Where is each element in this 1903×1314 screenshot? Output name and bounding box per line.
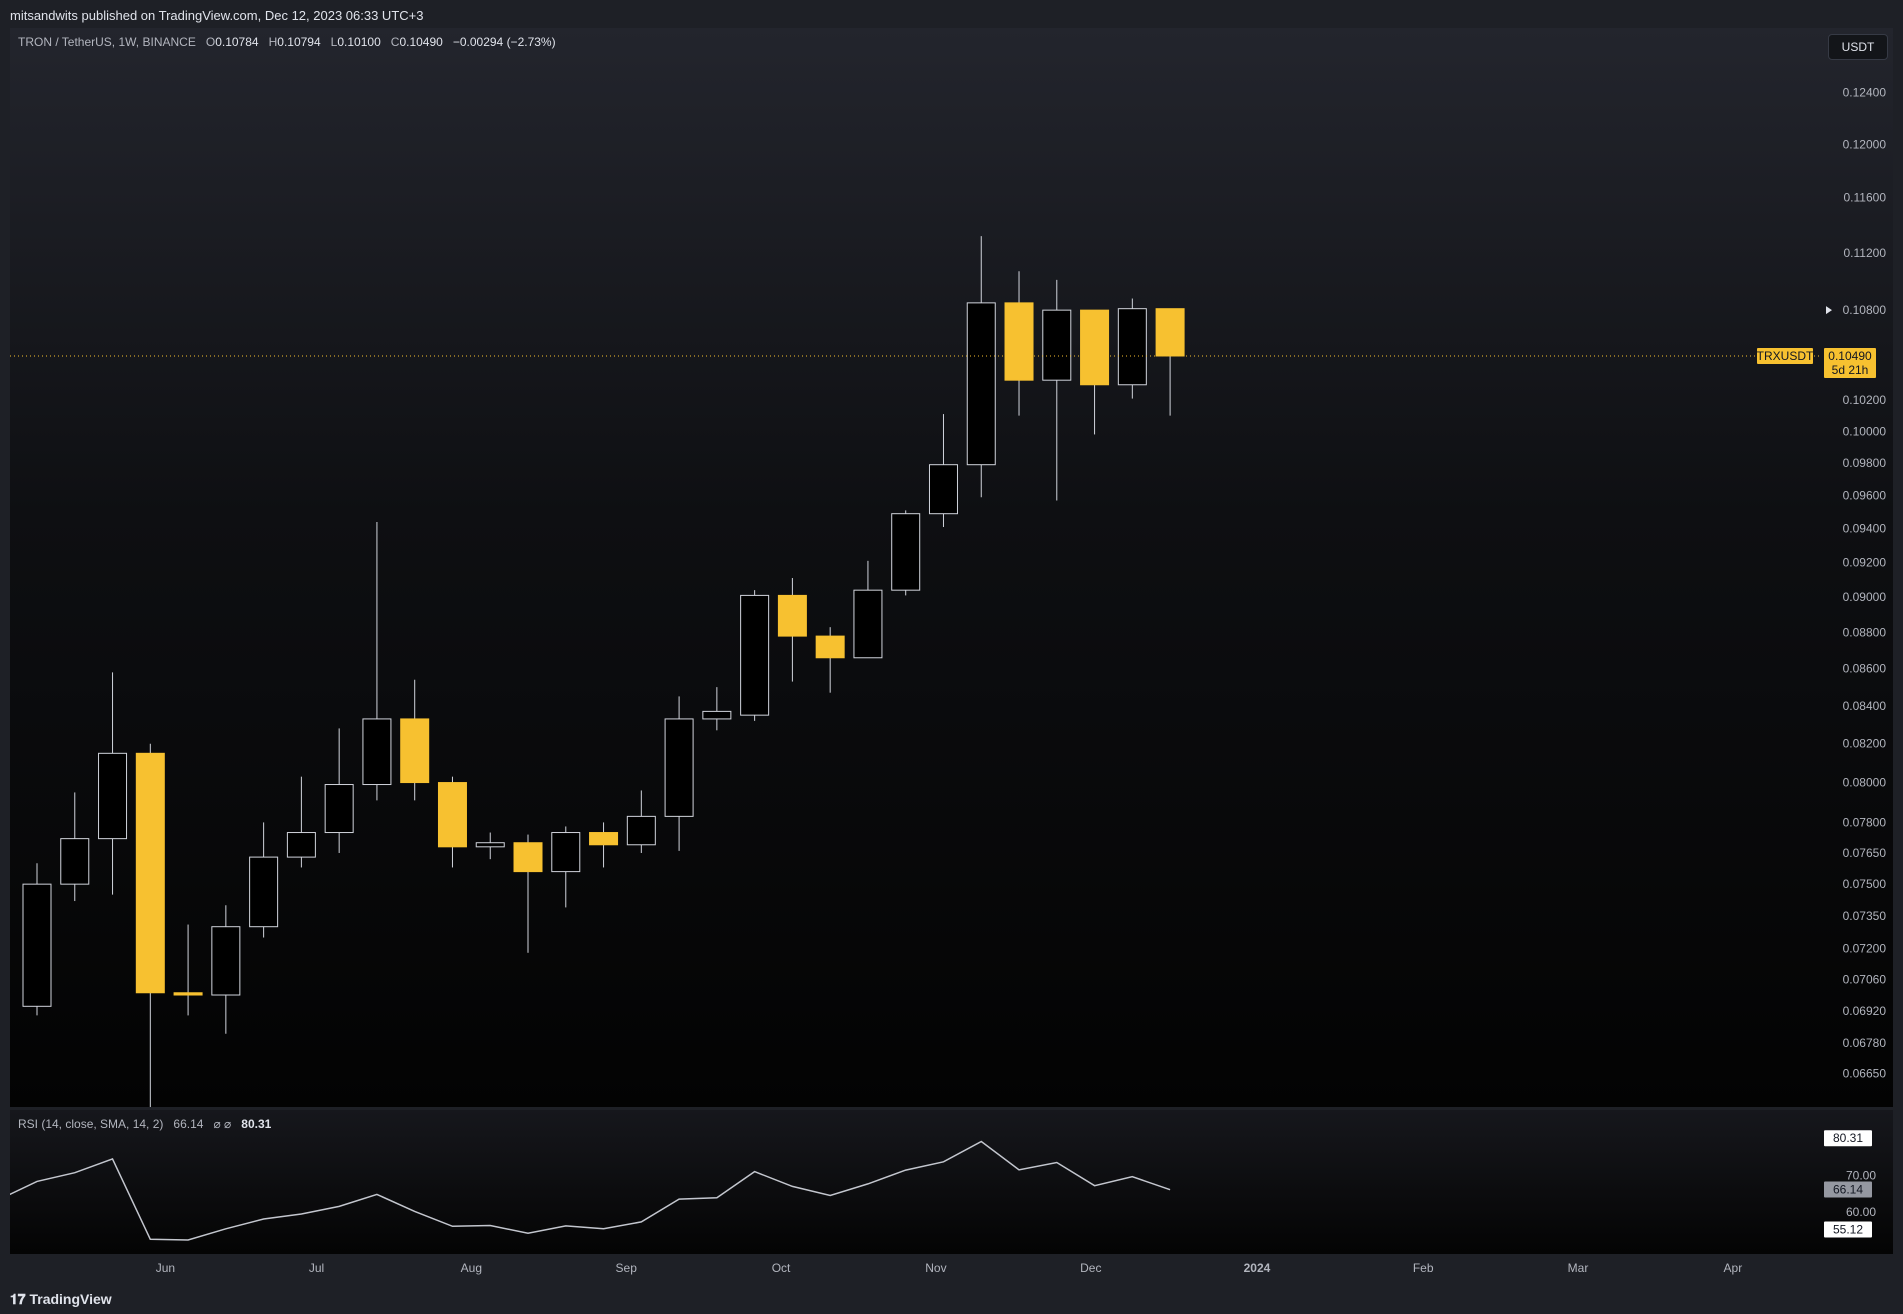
candle — [891, 510, 921, 596]
candle — [740, 590, 770, 721]
legend-high: 0.10794 — [277, 35, 321, 49]
rsi-badge-top-label: 80.31 — [1833, 1131, 1863, 1145]
y-tick-label: 0.11600 — [1844, 191, 1887, 205]
chart-area[interactable]: 0.12400 0.12000 0.11600 0.11200 0.10800 0.102… — [10, 28, 1893, 1284]
rsi-legend: RSI (14, close, SMA, 14, 2) 66.14 ⌀ ⌀ 80… — [18, 1117, 271, 1131]
y-tick-label: 0.10200 — [1843, 393, 1887, 407]
legend-open-label: O — [205, 35, 216, 49]
y-tick-label: 0.07350 — [1843, 909, 1887, 923]
x-tick-label: Oct — [772, 1261, 791, 1275]
y-tick-label: 0.09200 — [1843, 556, 1887, 570]
y-tick-label: 0.12000 — [1843, 137, 1887, 151]
x-tick-label: Jul — [309, 1261, 324, 1275]
y-tick-label: 0.06650 — [1843, 1067, 1887, 1081]
footer-bar: 𝟏𝟕 TradingView — [0, 1284, 1903, 1314]
x-tick-label: Feb — [1413, 1261, 1434, 1275]
y-tick-label: 0.07800 — [1843, 815, 1887, 829]
legend-symbol: TRON / TetherUS, 1W, BINANCE — [18, 35, 196, 49]
y-tick-label: 0.10000 — [1843, 424, 1887, 438]
currency-button[interactable]: USDT — [1828, 34, 1888, 60]
tradingview-logo[interactable]: 𝟏𝟕 TradingView — [10, 1291, 112, 1308]
rsi-badge-bottom-label: 55.12 — [1833, 1222, 1863, 1236]
y-tick-label: 0.11200 — [1844, 246, 1887, 260]
rsi-tick-label: 70.00 — [1846, 1169, 1876, 1183]
y-tick-label: 0.09400 — [1843, 522, 1887, 536]
rsi-ma-value: 80.31 — [241, 1117, 272, 1131]
y-tick-label: 0.08600 — [1843, 662, 1887, 676]
legend-close: 0.10490 — [399, 35, 443, 49]
y-tick-label: 0.09800 — [1843, 456, 1887, 470]
rsi-value: 66.14 — [173, 1117, 204, 1131]
y-tick-label: 0.09000 — [1843, 590, 1887, 604]
tradingview-brand: TradingView — [29, 1291, 112, 1307]
price-tag-countdown: 5d 21h — [1832, 363, 1869, 377]
x-tick-label: Dec — [1080, 1261, 1101, 1275]
rsi-symbols: ⌀ ⌀ — [213, 1117, 232, 1131]
price-tag-value: 0.10490 — [1828, 349, 1872, 363]
candle — [1117, 298, 1147, 399]
y-tick-label: 0.08800 — [1843, 626, 1887, 640]
x-tick-label: Sep — [616, 1261, 638, 1275]
legend-low: 0.10100 — [337, 35, 381, 49]
ticker-tag-label: TRXUSDT — [1757, 349, 1814, 363]
tradingview-logo-icon: 𝟏𝟕 — [10, 1291, 30, 1307]
y-tick-label: 0.07200 — [1843, 941, 1887, 955]
y-tick-label: 0.12400 — [1843, 86, 1887, 100]
y-tick-label: 0.06920 — [1843, 1004, 1887, 1018]
pane-divider[interactable] — [10, 1107, 1893, 1110]
main-pane-bg — [10, 28, 1893, 1107]
rsi-badge-current-label: 66.14 — [1833, 1183, 1863, 1197]
y-tick-label: 0.07650 — [1843, 846, 1887, 860]
candle — [22, 863, 52, 1016]
x-tick-label: Aug — [461, 1261, 482, 1275]
x-tick-label: Jun — [156, 1261, 175, 1275]
y-tick-label: 0.08400 — [1843, 699, 1887, 713]
y-tick-label: 0.07060 — [1843, 972, 1887, 986]
x-tick-label: Mar — [1568, 1261, 1589, 1275]
x-tick-label: Nov — [925, 1261, 946, 1275]
y-tick-label: 0.07500 — [1843, 877, 1887, 891]
legend-change: −0.00294 (−2.73%) — [452, 35, 556, 49]
y-tick-label: 0.08000 — [1843, 776, 1887, 790]
x-tick-label: 2024 — [1244, 1261, 1271, 1275]
legend-open: 0.10784 — [215, 35, 259, 49]
y-tick-label: 0.09600 — [1843, 489, 1887, 503]
legend-high-label: H — [268, 35, 278, 49]
time-axis-bg — [10, 1254, 1893, 1284]
x-tick-label: Apr — [1724, 1261, 1743, 1275]
rsi-pane-bg — [10, 1110, 1893, 1254]
rsi-tick-label: 60.00 — [1846, 1205, 1876, 1219]
y-tick-label: 0.08200 — [1843, 737, 1887, 751]
main-legend: TRON / TetherUS, 1W, BINANCE O0.10784 H0… — [18, 35, 556, 49]
publish-bar: mitsandwits published on TradingView.com… — [0, 0, 1903, 28]
rsi-name: RSI (14, close, SMA, 14, 2) — [18, 1117, 164, 1131]
publish-info: mitsandwits published on TradingView.com… — [10, 8, 424, 23]
chart-canvas[interactable]: 0.12400 0.12000 0.11600 0.11200 0.10800 0.102… — [10, 28, 1893, 1284]
y-tick-label: 0.06780 — [1843, 1036, 1887, 1050]
y-tick-label: 0.10800 — [1843, 303, 1887, 317]
